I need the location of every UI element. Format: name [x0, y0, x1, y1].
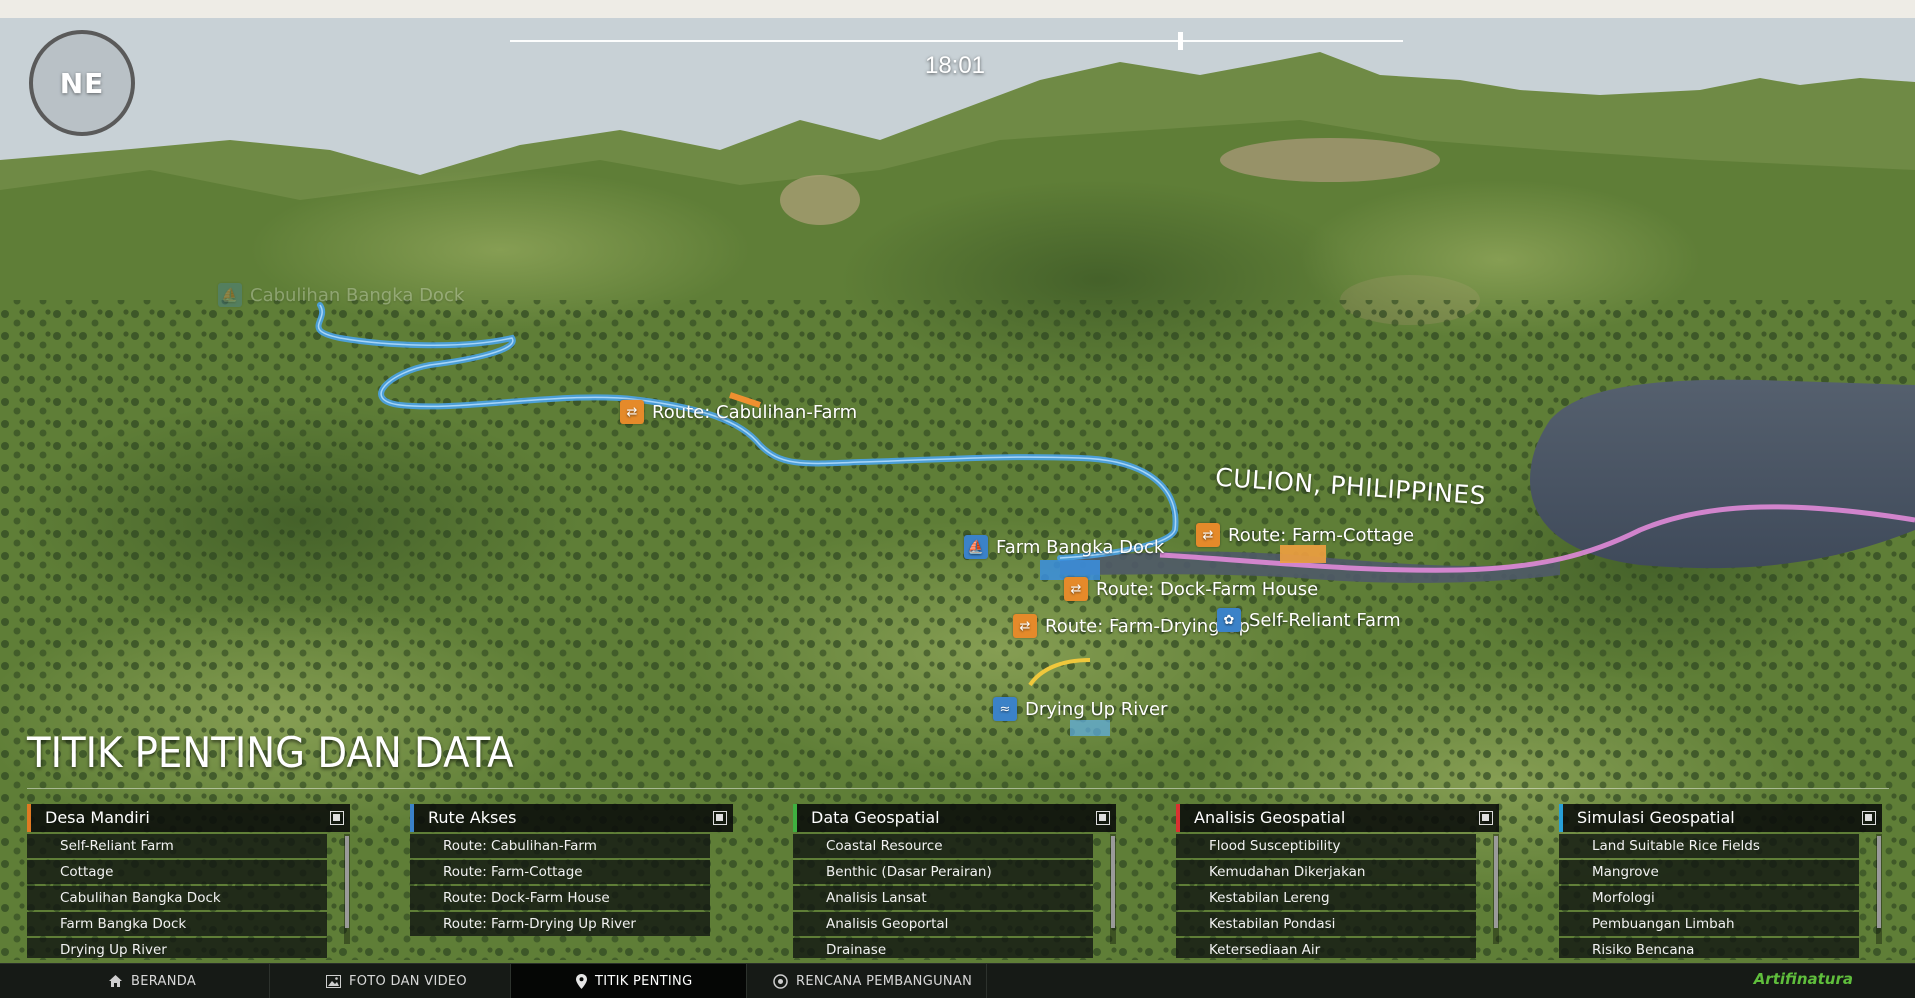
panel-title: Desa Mandiri: [45, 808, 150, 827]
list-item[interactable]: Benthic (Dasar Perairan): [793, 860, 1093, 884]
marker-route-farm-drying-up[interactable]: ⇄ Route: Farm-Drying Up: [1013, 614, 1250, 638]
panel-list: Land Suitable Rice Fields Mangrove Morfo…: [1559, 832, 1882, 958]
panel-analisis-geospatial: Analisis Geospatial Flood Susceptibility…: [1176, 804, 1499, 958]
marker-self-reliant-farm[interactable]: ✿ Self-Reliant Farm: [1217, 608, 1401, 632]
nav-rencana-pembangunan[interactable]: RENCANA PEMBANGUNAN: [747, 964, 987, 998]
compass-button[interactable]: NE: [29, 30, 135, 136]
scrollbar-thumb[interactable]: [1877, 836, 1881, 928]
compass-icon: [773, 973, 788, 989]
list-item[interactable]: Kemudahan Dikerjakan: [1176, 860, 1476, 884]
panel-accent: [1176, 804, 1180, 832]
marker-route-dock-farm-house[interactable]: ⇄ Route: Dock-Farm House: [1064, 577, 1318, 601]
panel-scrollbar[interactable]: [1110, 834, 1116, 944]
scrollbar-thumb[interactable]: [345, 836, 349, 928]
list-item[interactable]: Pembuangan Limbah: [1559, 912, 1859, 936]
list-item[interactable]: Morfologi: [1559, 886, 1859, 910]
nav-titik-penting[interactable]: TITIK PENTING: [511, 964, 747, 998]
list-item[interactable]: Drying Up River: [27, 938, 327, 958]
panel-toggle-checkbox[interactable]: [713, 811, 727, 825]
panel-toggle-checkbox[interactable]: [1862, 811, 1876, 825]
marker-cabulihan-bangka-dock[interactable]: ⛵ Cabulihan Bangka Dock: [218, 283, 464, 307]
panel-accent: [410, 804, 414, 832]
route-icon: ⇄: [1013, 614, 1037, 638]
route-icon: ⇄: [1196, 523, 1220, 547]
panel-scrollbar[interactable]: [1493, 834, 1499, 944]
list-item[interactable]: Self-Reliant Farm: [27, 834, 327, 858]
panel-list: Route: Cabulihan-Farm Route: Farm-Cottag…: [410, 832, 733, 958]
panel-title: Analisis Geospatial: [1194, 808, 1346, 827]
section-title: TITIK PENTING DAN DATA: [27, 728, 514, 777]
list-item[interactable]: Cottage: [27, 860, 327, 884]
nav-label: RENCANA PEMBANGUNAN: [796, 973, 973, 989]
panel-toggle-checkbox[interactable]: [1479, 811, 1493, 825]
panel-accent: [793, 804, 797, 832]
panel-toggle-checkbox[interactable]: [1096, 811, 1110, 825]
panel-header: Data Geospatial: [793, 804, 1116, 832]
panel-title: Simulasi Geospatial: [1577, 808, 1735, 827]
nav-label: FOTO DAN VIDEO: [349, 973, 467, 989]
list-item[interactable]: Route: Farm-Cottage: [410, 860, 710, 884]
time-slider[interactable]: [510, 32, 1403, 50]
panel-accent: [1559, 804, 1563, 832]
panel-list: Self-Reliant Farm Cottage Cabulihan Bang…: [27, 832, 350, 958]
farm-icon: ✿: [1217, 608, 1241, 632]
list-item[interactable]: Risiko Bencana: [1559, 938, 1859, 958]
panel-desa-mandiri: Desa Mandiri Self-Reliant Farm Cottage C…: [27, 804, 350, 958]
list-item[interactable]: Ketersediaan Air: [1176, 938, 1476, 958]
nav-beranda[interactable]: BERANDA: [0, 964, 270, 998]
list-item[interactable]: Land Suitable Rice Fields: [1559, 834, 1859, 858]
panel-rute-akses: Rute Akses Route: Cabulihan-Farm Route: …: [410, 804, 733, 958]
marker-route-cabulihan-farm[interactable]: ⇄ Route: Cabulihan-Farm: [620, 400, 857, 424]
panel-header: Analisis Geospatial: [1176, 804, 1499, 832]
panel-scrollbar[interactable]: [1876, 834, 1882, 944]
panel-scrollbar[interactable]: [344, 834, 350, 944]
image-icon: [326, 974, 341, 988]
list-item[interactable]: Drainase: [793, 938, 1093, 958]
panel-header: Rute Akses: [410, 804, 733, 832]
panel-list: Flood Susceptibility Kemudahan Dikerjaka…: [1176, 832, 1499, 958]
panel-header: Desa Mandiri: [27, 804, 350, 832]
list-item[interactable]: Analisis Geoportal: [793, 912, 1093, 936]
scrollbar-thumb[interactable]: [1494, 836, 1498, 928]
panel-title: Data Geospatial: [811, 808, 940, 827]
section-divider: [27, 788, 1889, 789]
nav-foto-dan-video[interactable]: FOTO DAN VIDEO: [270, 964, 511, 998]
dock-icon: ⛵: [964, 535, 988, 559]
dock-icon: ⛵: [218, 283, 242, 307]
time-readout: 18:01: [924, 52, 986, 79]
list-item[interactable]: Kestabilan Pondasi: [1176, 912, 1476, 936]
nav-label: TITIK PENTING: [595, 973, 693, 989]
panel-title: Rute Akses: [428, 808, 517, 827]
home-icon: [108, 974, 123, 988]
list-item[interactable]: Analisis Lansat: [793, 886, 1093, 910]
pin-icon: [576, 973, 587, 989]
list-item[interactable]: Route: Farm-Drying Up River: [410, 912, 710, 936]
nav-label: BERANDA: [131, 973, 197, 989]
list-item[interactable]: Route: Dock-Farm House: [410, 886, 710, 910]
list-item[interactable]: Mangrove: [1559, 860, 1859, 884]
panel-list: Coastal Resource Benthic (Dasar Perairan…: [793, 832, 1116, 958]
list-item[interactable]: Farm Bangka Dock: [27, 912, 327, 936]
panel-header: Simulasi Geospatial: [1559, 804, 1882, 832]
panel-accent: [27, 804, 31, 832]
bottom-nav: BERANDA FOTO DAN VIDEO TITIK PENTING REN…: [0, 963, 1915, 998]
river-icon: ≈: [993, 697, 1017, 721]
panel-data-geospatial: Data Geospatial Coastal Resource Benthic…: [793, 804, 1116, 958]
list-item[interactable]: Flood Susceptibility: [1176, 834, 1476, 858]
time-slider-handle[interactable]: [1177, 32, 1183, 50]
scrollbar-thumb[interactable]: [1111, 836, 1115, 928]
list-item[interactable]: Kestabilan Lereng: [1176, 886, 1476, 910]
brand-logo: Artifinatura: [1753, 970, 1853, 988]
panel-toggle-checkbox[interactable]: [330, 811, 344, 825]
marker-farm-bangka-dock[interactable]: ⛵ Farm Bangka Dock: [964, 535, 1164, 559]
compass-heading: NE: [59, 66, 105, 100]
list-item[interactable]: Route: Cabulihan-Farm: [410, 834, 710, 858]
route-icon: ⇄: [620, 400, 644, 424]
route-icon: ⇄: [1064, 577, 1088, 601]
marker-route-farm-cottage[interactable]: ⇄ Route: Farm-Cottage: [1196, 523, 1414, 547]
marker-drying-up-river[interactable]: ≈ Drying Up River: [993, 697, 1167, 721]
panel-simulasi-geospatial: Simulasi Geospatial Land Suitable Rice F…: [1559, 804, 1882, 958]
list-item[interactable]: Cabulihan Bangka Dock: [27, 886, 327, 910]
list-item[interactable]: Coastal Resource: [793, 834, 1093, 858]
